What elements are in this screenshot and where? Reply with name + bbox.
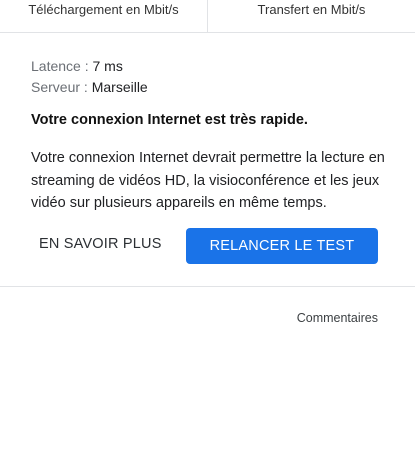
- retest-button[interactable]: RELANCER LE TEST: [186, 228, 378, 264]
- server-value: Marseille: [91, 79, 148, 95]
- feedback-link[interactable]: Commentaires: [297, 311, 378, 325]
- download-unit-label: Téléchargement en Mbit/s: [28, 2, 179, 17]
- result-headline: Votre connexion Internet est très rapide…: [31, 112, 308, 128]
- latency-line: Latence : 7 ms: [31, 56, 148, 77]
- section-divider: [0, 286, 415, 287]
- latency-key: Latence :: [31, 58, 93, 74]
- upload-unit-label: Transfert en Mbit/s: [257, 2, 366, 17]
- test-details: Latence : 7 ms Serveur : Marseille: [31, 56, 148, 98]
- retest-button-label: RELANCER LE TEST: [209, 238, 355, 254]
- result-description: Votre connexion Internet devrait permett…: [31, 150, 385, 211]
- learn-more-button[interactable]: EN SAVOIR PLUS: [39, 236, 162, 252]
- server-key: Serveur :: [31, 79, 92, 95]
- speed-units-row: Téléchargement en Mbit/s Transfert en Mb…: [0, 0, 415, 33]
- server-line: Serveur : Marseille: [31, 77, 148, 98]
- latency-value: 7 ms: [92, 58, 123, 74]
